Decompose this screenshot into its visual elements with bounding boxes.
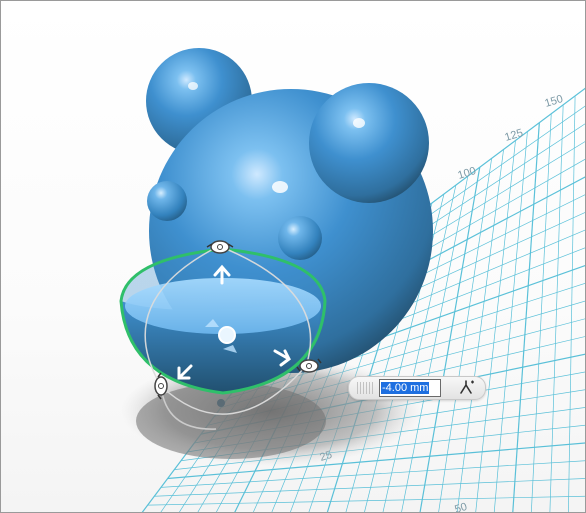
- dimension-value[interactable]: -4.00 mm: [381, 382, 430, 394]
- grid-label-100: 100: [456, 165, 477, 182]
- grid-label-125: 125: [503, 127, 524, 144]
- eye-right[interactable]: [278, 216, 322, 260]
- height-handle-icon[interactable]: [217, 399, 225, 407]
- snap-button[interactable]: [457, 379, 477, 397]
- ear-right[interactable]: [309, 83, 429, 203]
- snap-icon: [460, 380, 474, 394]
- model-shadow-core: [136, 383, 326, 459]
- dimension-input-box: -4.00 mm: [348, 376, 486, 400]
- 3d-viewport[interactable]: 150 125 100 25 50: [0, 0, 586, 513]
- dimension-input[interactable]: -4.00 mm: [379, 379, 441, 397]
- scene-canvas[interactable]: 150 125 100 25 50: [1, 1, 586, 513]
- drag-grip[interactable]: [357, 382, 373, 394]
- eye-left[interactable]: [147, 181, 187, 221]
- grid-label-150: 150: [543, 93, 564, 110]
